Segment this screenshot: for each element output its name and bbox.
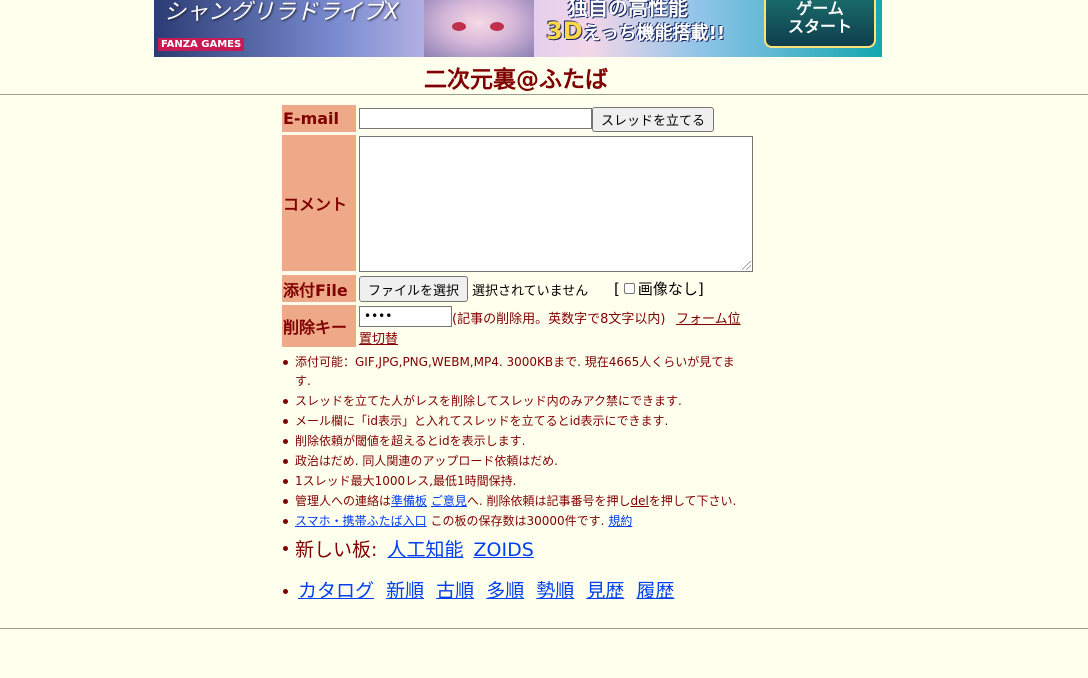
banner-character-image (424, 0, 534, 57)
rule-item: スレッドを立てた人がレスを削除してスレッド内のみアク禁にできます. (283, 391, 783, 411)
sort-most-replies-link[interactable]: 多順 (486, 580, 524, 602)
rule-item: メール欄に「id表示」と入れてスレッドを立てるとid表示にできます. (283, 411, 783, 431)
feedback-link[interactable]: ご意見 (431, 494, 467, 508)
no-image-checkbox[interactable] (623, 283, 635, 294)
prep-board-link[interactable]: 準備板 (391, 494, 427, 508)
character-eye-left (452, 22, 466, 31)
rule-item: スマホ・携帯ふたば入口 この板の保存数は30000件です. 規約 (283, 511, 783, 531)
page-title: 二次元裏@ふたば (424, 67, 608, 93)
delete-key-label: 削除キー (282, 305, 356, 347)
textarea-resize-handle[interactable] (742, 261, 751, 270)
new-board-link-ai[interactable]: 人工知能 (387, 539, 463, 561)
terms-link[interactable]: 規約 (608, 514, 632, 528)
top-divider (0, 94, 1088, 95)
rule-text: 添付可能：GIF,JPG,PNG,WEBM,MP4. 3000KBまで. 現在4… (295, 355, 735, 369)
banner-3d-text: 3D (546, 17, 583, 45)
sort-momentum-link[interactable]: 勢順 (536, 580, 574, 602)
rule-item: 1スレッド最大1000レス,最低1時間保持. (283, 471, 783, 491)
comment-textarea[interactable] (359, 136, 753, 272)
sort-newest-link[interactable]: 新順 (386, 580, 424, 602)
catalog-link[interactable]: カタログ (298, 580, 374, 602)
new-board-link-zoids[interactable]: ZOIDS (474, 539, 534, 561)
catalog-nav: カタログ 新順 古順 多順 勢順 見歴 履歴 (283, 576, 680, 603)
rule-text: 管理人への連絡は (295, 494, 392, 508)
file-label: 添付File (282, 275, 356, 302)
rule-item: 管理人への連絡は準備板 ご意見へ. 削除依頼は記事番号を押しdelを押して下さい… (283, 491, 783, 511)
new-boards: 新しい板: 人工知能 ZOIDS (283, 535, 534, 562)
rule-item: 削除依頼が閾値を超えるとidを表示します. (283, 431, 783, 451)
new-boards-label: 新しい板: (295, 539, 378, 561)
choose-file-button[interactable]: ファイルを選択 (359, 276, 468, 302)
no-image-label: 画像なし (637, 280, 698, 298)
comment-label: コメント (282, 135, 356, 271)
rules-list: 添付可能：GIF,JPG,PNG,WEBM,MP4. 3000KBまで. 現在4… (283, 352, 783, 531)
form-position-toggle-link-cont[interactable]: 置切替 (359, 328, 398, 347)
rule-item: 政治はだめ. 同人関連のアップロード依頼はだめ. (283, 451, 783, 471)
banner-tagline-rest: えっち機能搭載!! (582, 23, 726, 44)
banner-ad[interactable]: シャングリラドライブX FANZA GAMES 独自の高性能 3Dえっち機能搭載… (154, 0, 882, 57)
rule-text: へ. 削除依頼は記事番号を押し (466, 494, 631, 508)
email-label: E-mail (282, 105, 356, 132)
rule-text: を押して下さい. (648, 494, 737, 508)
bottom-divider (0, 628, 1088, 629)
sort-oldest-link[interactable]: 古順 (436, 580, 474, 602)
banner-tagline: 3Dえっち機能搭載!! (546, 17, 725, 45)
create-thread-button[interactable]: スレッドを立てる (592, 107, 714, 132)
rule-text: この板の保存数は30000件です. (430, 514, 605, 528)
email-field[interactable] (359, 108, 592, 129)
post-history-link[interactable]: 履歴 (636, 580, 674, 602)
banner-game-title: シャングリラドライブX (164, 0, 400, 25)
form-position-toggle-link[interactable]: フォーム位 (676, 308, 741, 327)
character-eye-right (490, 22, 504, 31)
rule-item: 添付可能：GIF,JPG,PNG,WEBM,MP4. 3000KBまで. 現在4… (283, 352, 783, 391)
delete-key-field[interactable]: •••• (359, 306, 452, 327)
banner-publisher-logo: FANZA GAMES (158, 38, 245, 51)
viewed-history-link[interactable]: 見歴 (586, 580, 624, 602)
banner-start-button[interactable]: ゲーム スタート (764, 0, 876, 48)
no-image-option[interactable]: [ 画像なし ] (614, 278, 704, 299)
no-image-open-bracket: [ (614, 279, 620, 298)
mobile-entry-link[interactable]: スマホ・携帯ふたば入口 (295, 514, 427, 528)
delete-key-note: (記事の削除用。英数字で8文字以内) (452, 312, 666, 327)
file-status-text: 選択されていません (472, 284, 589, 299)
rule-text-cont: す. (295, 374, 311, 388)
no-image-close-bracket: ] (697, 279, 704, 298)
del-link[interactable]: del (631, 494, 649, 508)
